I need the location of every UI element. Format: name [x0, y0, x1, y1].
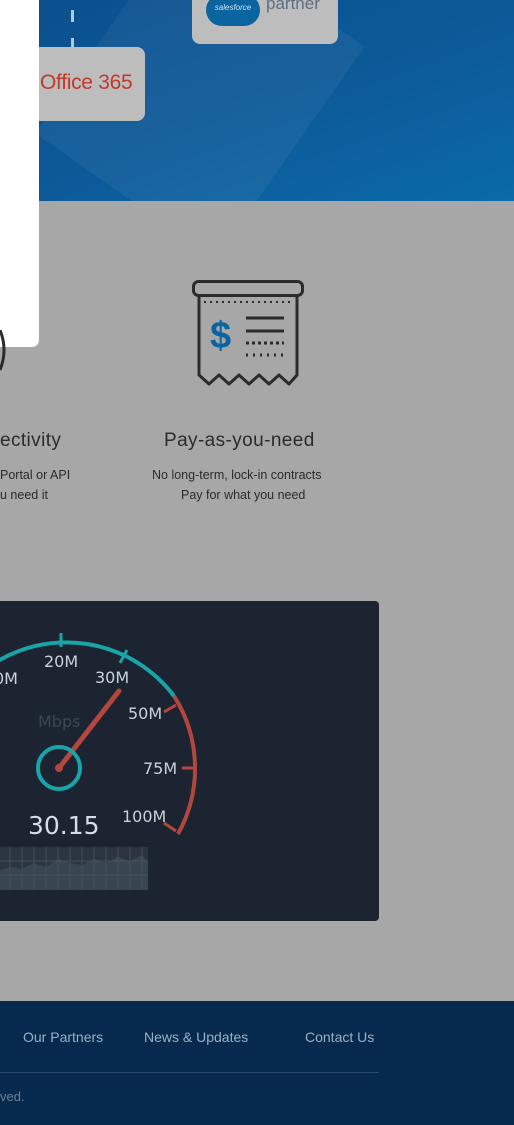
side-panel [0, 0, 39, 347]
footer-link-news[interactable]: News & Updates [144, 1029, 248, 1045]
gauge-tick-label: 50M [128, 704, 163, 723]
gauge-tick-label: 100M [122, 807, 167, 826]
gauge-tick-label: 0M [0, 669, 18, 688]
feature-title: Pay-as-you-need [164, 430, 315, 451]
hero-banner: salesforce partner Office 365 [0, 0, 514, 201]
feature-title: ectivity [0, 430, 62, 451]
office365-text: Office 365 [40, 71, 133, 94]
speed-reading: 30.15 [28, 811, 100, 840]
feature-line: u need it [0, 488, 48, 502]
footer-copyright: ved. [0, 1089, 25, 1104]
gauge-tick-label: 30M [95, 668, 130, 687]
gauge-tick-label: 75M [143, 759, 178, 778]
salesforce-cloud-icon: salesforce [206, 0, 260, 26]
speed-test-panel: 0M 20M 30M 50M 75M 100M Mbps 30.15 [0, 601, 379, 921]
gauge-tick-label: 20M [44, 652, 79, 671]
receipt-dollar-icon: $ [192, 280, 304, 386]
feature-line: Pay for what you need [181, 488, 306, 502]
footer-link-partners[interactable]: Our Partners [23, 1029, 103, 1045]
connector-dash [71, 10, 74, 22]
site-footer: Our Partners News & Updates Contact Us v… [0, 1001, 514, 1125]
speedometer-gauge [0, 633, 198, 890]
svg-text:$: $ [210, 315, 231, 357]
feature-line: Portal or API [0, 468, 71, 482]
feature-icon-partial [0, 330, 6, 371]
gauge-unit-label: Mbps [38, 712, 81, 731]
salesforce-partner-logo: salesforce partner [192, 0, 338, 44]
footer-divider [0, 1072, 379, 1073]
footer-link-contact[interactable]: Contact Us [305, 1029, 374, 1045]
salesforce-badge-text: salesforce [214, 3, 252, 12]
salesforce-partner-text: partner [266, 0, 320, 13]
feature-line: No long-term, lock-in contracts [152, 468, 322, 482]
